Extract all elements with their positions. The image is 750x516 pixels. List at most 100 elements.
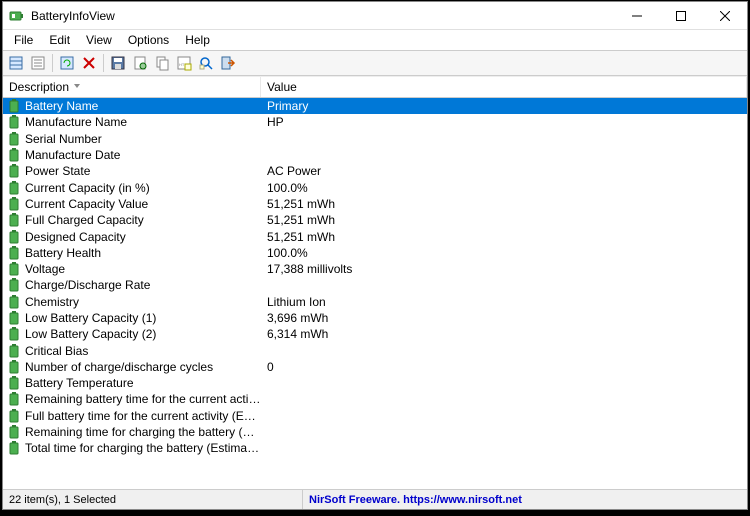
table-row[interactable]: Power StateAC Power <box>3 163 747 179</box>
battery-icon <box>9 376 21 390</box>
toolbar: HTML <box>3 50 747 76</box>
table-row[interactable]: Full battery time for the current activi… <box>3 408 747 424</box>
window-title: BatteryInfoView <box>31 9 615 23</box>
app-window: BatteryInfoView File Edit View Options H… <box>2 1 748 510</box>
battery-icon <box>9 327 21 341</box>
toolbar-delete-icon[interactable] <box>79 53 99 73</box>
table-row[interactable]: Serial Number <box>3 131 747 147</box>
battery-icon <box>9 132 21 146</box>
table-row[interactable]: Current Capacity (in %)100.0% <box>3 179 747 195</box>
toolbar-properties-icon[interactable] <box>130 53 150 73</box>
table-row[interactable]: Remaining time for charging the battery … <box>3 424 747 440</box>
table-row[interactable]: Low Battery Capacity (1)3,696 mWh <box>3 310 747 326</box>
row-value: 6,314 mWh <box>261 327 328 341</box>
minimize-button[interactable] <box>615 2 659 30</box>
battery-icon <box>9 392 21 406</box>
table-row[interactable]: Low Battery Capacity (2)6,314 mWh <box>3 326 747 342</box>
toolbar-copy-icon[interactable] <box>152 53 172 73</box>
battery-icon <box>9 213 21 227</box>
toolbar-view-list-icon[interactable] <box>28 53 48 73</box>
table-row[interactable]: ChemistryLithium Ion <box>3 294 747 310</box>
table-row[interactable]: Full Charged Capacity51,251 mWh <box>3 212 747 228</box>
table-row[interactable]: Current Capacity Value51,251 mWh <box>3 196 747 212</box>
battery-icon <box>9 148 21 162</box>
row-value: 0 <box>261 360 274 374</box>
toolbar-exit-icon[interactable] <box>218 53 238 73</box>
statusbar: 22 item(s), 1 Selected NirSoft Freeware.… <box>3 489 747 509</box>
row-value: 3,696 mWh <box>261 311 328 325</box>
table-row[interactable]: Battery Temperature <box>3 375 747 391</box>
row-description: Full battery time for the current activi… <box>25 409 261 423</box>
status-item-count: 22 item(s), 1 Selected <box>3 490 303 509</box>
toolbar-html-icon[interactable]: HTML <box>174 53 194 73</box>
battery-icon <box>9 360 21 374</box>
row-description: Number of charge/discharge cycles <box>25 360 261 374</box>
row-description: Low Battery Capacity (2) <box>25 327 261 341</box>
row-description: Low Battery Capacity (1) <box>25 311 261 325</box>
column-header-value[interactable]: Value <box>261 77 747 97</box>
sort-indicator-icon <box>73 83 81 91</box>
toolbar-view-details-icon[interactable] <box>6 53 26 73</box>
table-row[interactable]: Total time for charging the battery (Est… <box>3 440 747 456</box>
toolbar-save-icon[interactable] <box>108 53 128 73</box>
battery-icon <box>9 230 21 244</box>
table-row[interactable]: Manufacture NameHP <box>3 114 747 130</box>
toolbar-separator <box>103 54 104 72</box>
menu-options[interactable]: Options <box>121 31 176 49</box>
row-description: Current Capacity (in %) <box>25 181 261 195</box>
menu-help[interactable]: Help <box>178 31 217 49</box>
menu-edit[interactable]: Edit <box>42 31 77 49</box>
table-row[interactable]: Battery Health100.0% <box>3 245 747 261</box>
row-value: HP <box>261 115 284 129</box>
menu-view[interactable]: View <box>79 31 119 49</box>
row-description: Full Charged Capacity <box>25 213 261 227</box>
column-header-description[interactable]: Description <box>3 77 261 97</box>
table-row[interactable]: Designed Capacity51,251 mWh <box>3 228 747 244</box>
data-list[interactable]: Battery NamePrimaryManufacture NameHPSer… <box>3 98 747 489</box>
row-description: Battery Temperature <box>25 376 261 390</box>
row-value: AC Power <box>261 164 321 178</box>
battery-icon <box>9 99 21 113</box>
table-row[interactable]: Battery NamePrimary <box>3 98 747 114</box>
battery-icon <box>9 246 21 260</box>
row-value: 17,388 millivolts <box>261 262 352 276</box>
app-icon <box>9 8 25 24</box>
status-credit-link[interactable]: NirSoft Freeware. https://www.nirsoft.ne… <box>303 490 528 509</box>
battery-icon <box>9 311 21 325</box>
toolbar-separator <box>52 54 53 72</box>
column-header-row: Description Value <box>3 76 747 98</box>
table-row[interactable]: Charge/Discharge Rate <box>3 277 747 293</box>
row-description: Manufacture Date <box>25 148 261 162</box>
row-description: Remaining battery time for the current a… <box>25 392 261 406</box>
titlebar: BatteryInfoView <box>3 2 747 30</box>
toolbar-refresh-icon[interactable] <box>57 53 77 73</box>
table-row[interactable]: Critical Bias <box>3 342 747 358</box>
row-description: Power State <box>25 164 261 178</box>
maximize-button[interactable] <box>659 2 703 30</box>
column-header-label: Description <box>9 80 69 94</box>
row-description: Total time for charging the battery (Est… <box>25 441 261 455</box>
row-value: 51,251 mWh <box>261 230 335 244</box>
table-row[interactable]: Voltage17,388 millivolts <box>3 261 747 277</box>
row-value: 100.0% <box>261 246 308 260</box>
table-row[interactable]: Remaining battery time for the current a… <box>3 391 747 407</box>
battery-icon <box>9 115 21 129</box>
battery-icon <box>9 425 21 439</box>
row-description: Chemistry <box>25 295 261 309</box>
row-description: Remaining time for charging the battery … <box>25 425 261 439</box>
battery-icon <box>9 278 21 292</box>
battery-icon <box>9 344 21 358</box>
row-description: Designed Capacity <box>25 230 261 244</box>
row-value: 100.0% <box>261 181 308 195</box>
toolbar-find-icon[interactable] <box>196 53 216 73</box>
battery-icon <box>9 409 21 423</box>
row-description: Manufacture Name <box>25 115 261 129</box>
table-row[interactable]: Number of charge/discharge cycles0 <box>3 359 747 375</box>
close-button[interactable] <box>703 2 747 30</box>
row-description: Critical Bias <box>25 344 261 358</box>
row-value: 51,251 mWh <box>261 213 335 227</box>
table-row[interactable]: Manufacture Date <box>3 147 747 163</box>
menu-file[interactable]: File <box>7 31 40 49</box>
battery-icon <box>9 164 21 178</box>
column-header-label: Value <box>267 80 297 94</box>
